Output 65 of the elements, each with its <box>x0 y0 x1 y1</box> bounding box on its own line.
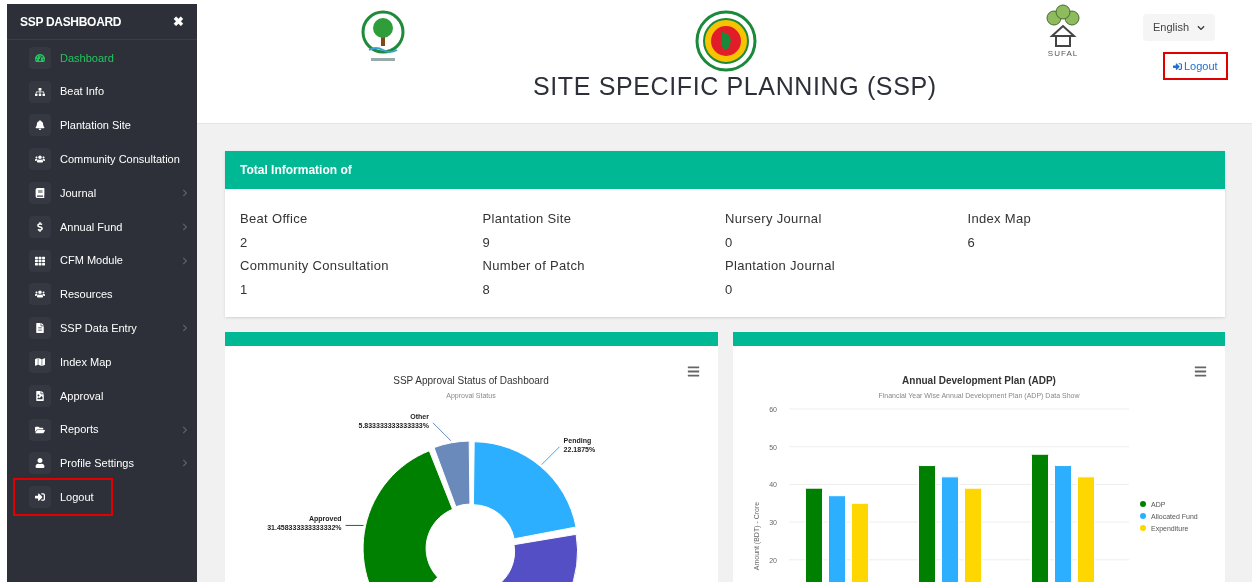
stat-label: Index Map <box>967 210 1033 228</box>
sidebar-title: SSP DASHBOARD <box>20 13 122 31</box>
chevron-down-icon <box>1197 23 1205 32</box>
chevron-icon <box>181 459 189 468</box>
users-icon <box>35 154 45 165</box>
book-icon <box>35 188 45 199</box>
chevron-icon <box>181 189 189 198</box>
stat-value: 6 <box>967 233 976 252</box>
language-select[interactable]: English <box>1143 14 1215 41</box>
sidebar-item[interactable]: Dashboard <box>22 42 189 73</box>
card-title: Total Information of <box>240 162 352 179</box>
user-icon <box>35 458 45 469</box>
chevron-icon <box>181 324 189 333</box>
users-icon <box>35 289 45 300</box>
sidebar-item[interactable]: Reports <box>22 414 189 445</box>
stat-label: Community Consultation <box>240 257 390 275</box>
sufal-logo: SUFAL <box>1043 4 1083 60</box>
leader-line <box>541 446 561 466</box>
chevron-icon <box>181 425 189 434</box>
leader-line <box>432 422 452 442</box>
sidebar-item[interactable]: Journal <box>22 178 189 209</box>
leader-line <box>345 524 365 526</box>
close-button[interactable]: ✖ <box>173 11 184 32</box>
sidebar-item[interactable]: Community Consultation <box>22 144 189 175</box>
stat-value: 8 <box>482 280 491 299</box>
sidebar-item[interactable]: CFM Module <box>22 245 189 276</box>
stat-label: Plantation Journal <box>725 257 836 275</box>
stat-value: 0 <box>725 280 734 299</box>
sidebar-item[interactable]: Beat Info <box>22 76 189 107</box>
chart-title: SSP Approval Status of Dashboard <box>393 375 549 386</box>
grid-icon <box>35 255 45 266</box>
map-icon <box>35 357 45 368</box>
folder-icon <box>35 424 45 435</box>
round-emblem-logo <box>695 10 757 72</box>
chevron-icon <box>181 256 189 265</box>
stat-value: 1 <box>240 280 249 299</box>
sidebar-item[interactable]: Profile Settings <box>22 448 189 479</box>
logout-icon <box>1173 61 1182 71</box>
file-icon <box>35 390 45 401</box>
sidebar-item[interactable]: Approval <box>22 380 189 411</box>
page-title: SITE SPECIFIC PLANNING (SSP) <box>533 71 937 102</box>
sidebar-item[interactable]: Plantation Site <box>22 110 189 141</box>
sidebar-item[interactable]: Index Map <box>22 347 189 378</box>
dollar-icon <box>35 221 45 232</box>
stat-label: Number of Patch <box>482 257 586 275</box>
chart-title: Annual Development Plan (ADP) <box>901 375 1056 386</box>
stat-value: 9 <box>482 233 491 252</box>
logout-link[interactable]: Logout <box>1163 52 1228 80</box>
sidebar-item[interactable]: Resources <box>22 279 189 310</box>
stat-label: Beat Office <box>240 210 309 228</box>
menu-icon[interactable] <box>1194 365 1207 378</box>
stat-value: 0 <box>725 233 734 252</box>
sitemap-icon <box>35 86 45 97</box>
stat-label: Plantation Site <box>482 210 573 228</box>
chevron-icon <box>181 222 189 231</box>
sidebar-item[interactable]: Annual Fund <box>22 211 189 242</box>
stat-label: Nursery Journal <box>725 210 823 228</box>
bell-icon <box>35 120 45 131</box>
stat-value: 2 <box>240 233 249 252</box>
sidebar-item[interactable]: Logout <box>13 478 113 517</box>
menu-icon[interactable] <box>686 365 700 378</box>
logout-icon <box>35 492 45 503</box>
sidebar-item[interactable]: SSP Data Entry <box>22 313 189 344</box>
dashboard-icon <box>35 52 45 63</box>
document-icon <box>35 323 45 334</box>
